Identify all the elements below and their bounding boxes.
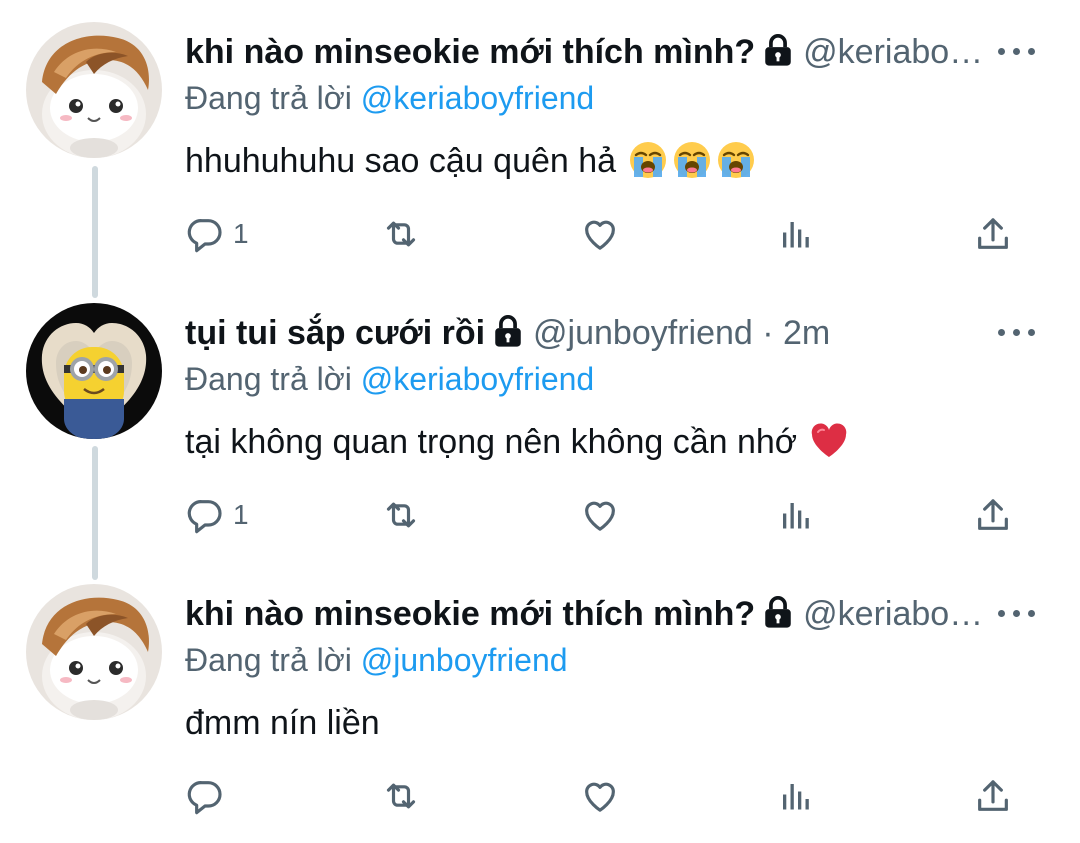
tweet-text-content: tại không quan trọng nên không cần nhớ (185, 423, 798, 461)
like-button[interactable] (580, 214, 620, 254)
tweet-header: khi nào minseokie mới thích mình? @keriab… (185, 590, 1000, 638)
views-icon (777, 776, 813, 816)
more-icon[interactable] (994, 30, 1040, 70)
user-avatar[interactable] (26, 303, 162, 439)
views-button[interactable] (777, 495, 813, 535)
display-name[interactable]: tụi tui sắp cưới rồi (185, 314, 485, 352)
reply-icon (185, 776, 225, 816)
like-button[interactable] (580, 495, 620, 535)
tweet-time[interactable]: · 2m (753, 314, 830, 352)
user-handle[interactable]: @keriabo… (803, 33, 983, 71)
share-icon (973, 214, 1013, 254)
tweet-text: đmm nín liền (185, 698, 380, 748)
retweet-button[interactable] (381, 495, 421, 535)
lock-icon (761, 595, 795, 629)
views-button[interactable] (777, 214, 813, 254)
reply-icon (185, 214, 225, 254)
like-icon (580, 214, 620, 254)
reply-icon (185, 495, 225, 535)
display-name[interactable]: khi nào minseokie mới thích mình? (185, 595, 755, 633)
more-icon[interactable] (994, 592, 1040, 632)
tweet-text: hhuhuhuhu sao cậu quên hả (185, 136, 756, 186)
tweet-text-content: đmm nín liền (185, 704, 380, 742)
share-icon (973, 776, 1013, 816)
tweet-actions: 1 (185, 196, 1035, 280)
replying-to-label: Đang trả lời (185, 80, 361, 116)
retweet-icon (381, 214, 421, 254)
user-avatar[interactable] (26, 22, 162, 158)
tweet-text-content: hhuhuhuhu sao cậu quên hả (185, 142, 617, 180)
share-button[interactable] (973, 214, 1013, 254)
reply-count: 1 (233, 499, 249, 530)
replying-to-label: Đang trả lời (185, 361, 361, 397)
replying-to: Đang trả lời @keriaboyfriend (185, 76, 594, 120)
tweet[interactable]: tụi tui sắp cưới rồi @junboyfriend · 2m Đ… (0, 281, 1080, 561)
replying-to-label: Đang trả lời (185, 642, 361, 678)
tweet-header: khi nào minseokie mới thích mình? @keriab… (185, 28, 1000, 76)
reply-mention-link[interactable]: @keriaboyfriend (361, 361, 594, 397)
share-icon (973, 495, 1013, 535)
tweet[interactable]: khi nào minseokie mới thích mình? @keriab… (0, 0, 1080, 280)
like-icon (580, 495, 620, 535)
retweet-icon (381, 495, 421, 535)
reply-mention-link[interactable]: @junboyfriend (361, 642, 568, 678)
loudly-crying-face-emoji (716, 140, 756, 180)
share-button[interactable] (973, 776, 1013, 816)
views-icon (777, 495, 813, 535)
minion-heart-avatar (26, 303, 162, 439)
retweet-button[interactable] (381, 776, 421, 816)
user-handle[interactable]: @keriabo… (803, 595, 983, 633)
replying-to: Đang trả lời @junboyfriend (185, 638, 568, 682)
lock-icon (491, 314, 525, 348)
plush-hamster-avatar (26, 22, 162, 158)
display-name[interactable]: khi nào minseokie mới thích mình? (185, 33, 755, 71)
tweet-text: tại không quan trọng nên không cần nhớ (185, 417, 849, 467)
user-avatar[interactable] (26, 584, 162, 720)
more-icon[interactable] (994, 311, 1040, 351)
loudly-crying-face-emoji (628, 140, 668, 180)
plush-hamster-avatar (26, 584, 162, 720)
retweet-button[interactable] (381, 214, 421, 254)
red-heart-emoji (809, 421, 849, 461)
reply-button[interactable]: 1 (185, 495, 249, 535)
views-button[interactable] (777, 776, 813, 816)
reply-button[interactable] (185, 776, 233, 816)
tweet-actions: 1 (185, 477, 1035, 561)
reply-mention-link[interactable]: @keriaboyfriend (361, 80, 594, 116)
retweet-icon (381, 776, 421, 816)
tweet-header: tụi tui sắp cưới rồi @junboyfriend · 2m (185, 309, 1000, 357)
reply-count: 1 (233, 218, 249, 249)
like-button[interactable] (580, 776, 620, 816)
share-button[interactable] (973, 495, 1013, 535)
reply-button[interactable]: 1 (185, 214, 249, 254)
loudly-crying-face-emoji (672, 140, 712, 180)
tweet-actions (185, 758, 1035, 842)
like-icon (580, 776, 620, 816)
user-handle[interactable]: @junboyfriend (533, 314, 753, 352)
replying-to: Đang trả lời @keriaboyfriend (185, 357, 594, 401)
lock-icon (761, 33, 795, 67)
tweet[interactable]: khi nào minseokie mới thích mình? @keriab… (0, 562, 1080, 842)
views-icon (777, 214, 813, 254)
